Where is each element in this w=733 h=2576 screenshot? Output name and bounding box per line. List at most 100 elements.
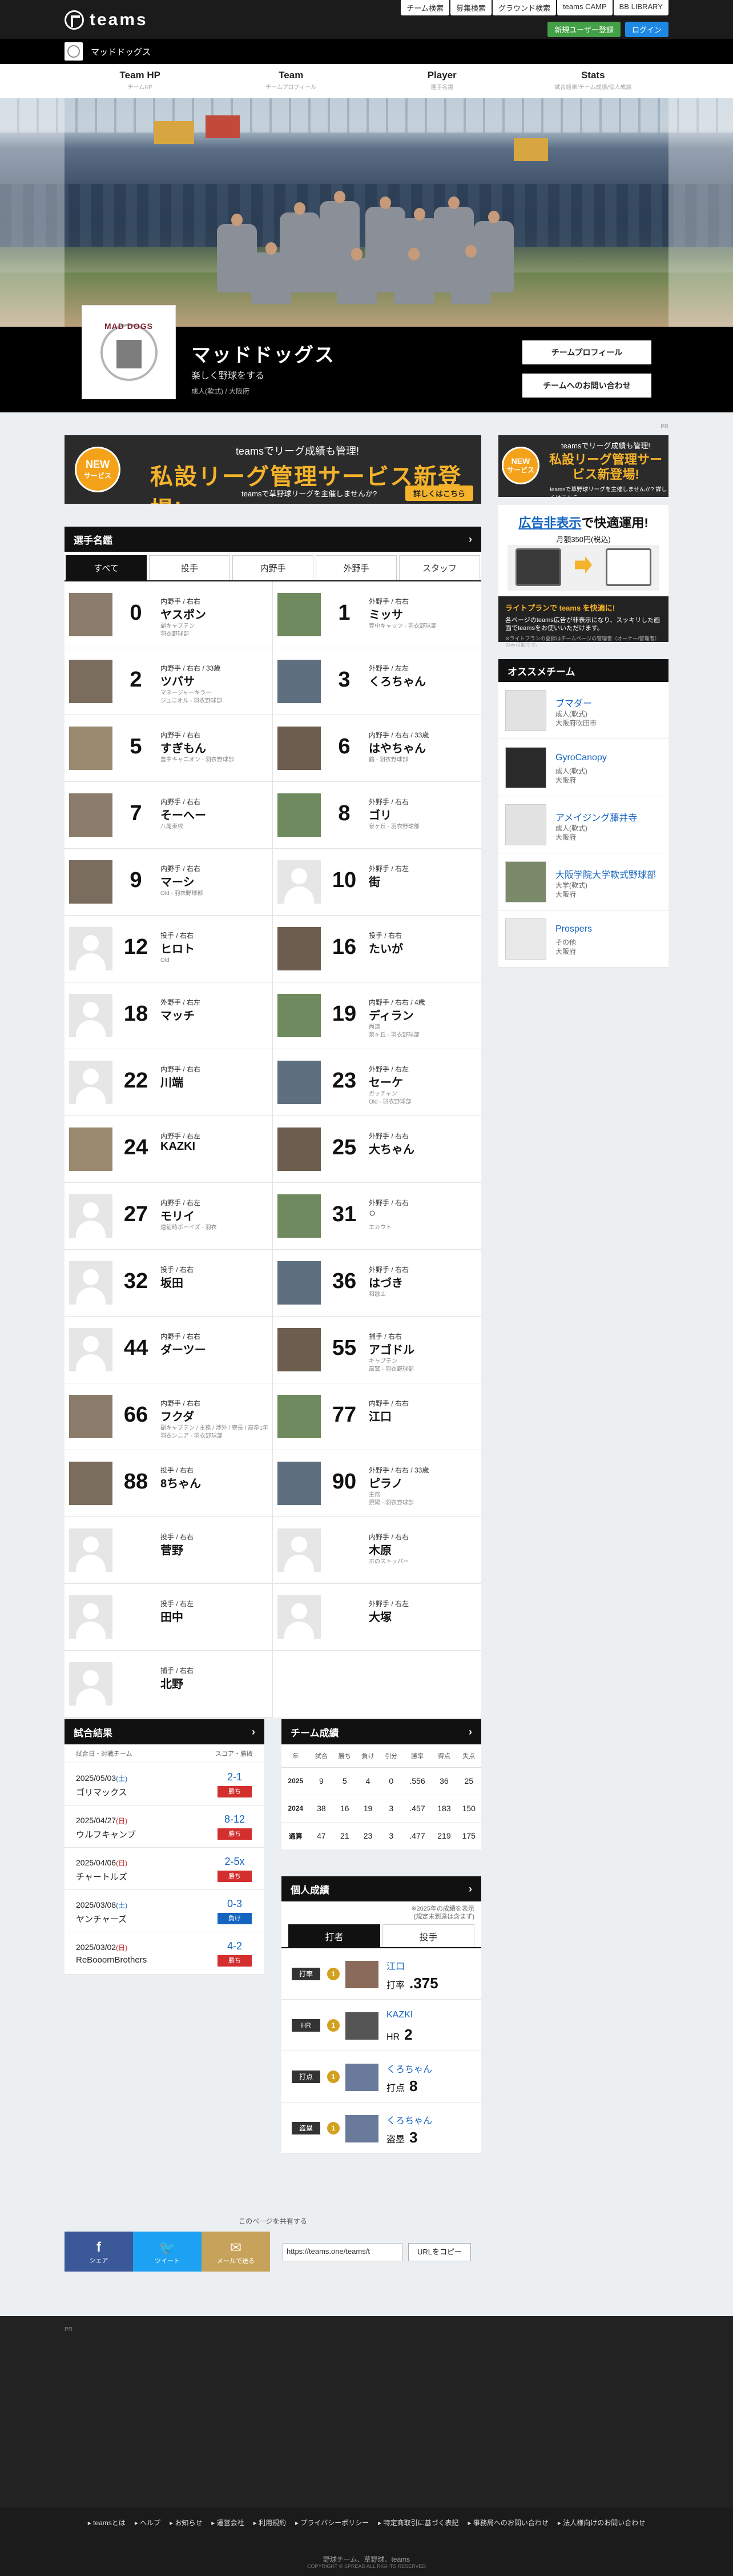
indiv-player-name[interactable]: くろちゃん	[386, 2113, 432, 2126]
indiv-player-name[interactable]: KAZKI	[386, 2010, 413, 2020]
side-league-ad[interactable]: NEW サービス teamsでリーグ成績も管理! 私設リーグ管理サービス新登場! …	[498, 435, 668, 497]
player-card[interactable]: 1 外野手 / 右右 ミッサ 豊中キャッツ - 羽衣野球部	[273, 581, 481, 648]
player-card[interactable]: 7 内野手 / 右右 そーへー 八尾東校	[65, 782, 273, 849]
copy-url-button[interactable]: URLをコピー	[408, 2243, 471, 2261]
result-row[interactable]: 2025/05/03(土) ゴリマックス 2-1 勝ち	[65, 1763, 264, 1805]
share-section: このページを共有する f シェア 🐦 ツイート ✉ メールで送る https://te…	[65, 2216, 481, 2272]
footer-link[interactable]: ▸ 法人様向けのお問い合わせ	[558, 2519, 645, 2527]
result-row[interactable]: 2025/04/27(日) ウルフキャンプ 8-12 勝ち	[65, 1805, 264, 1848]
player-card[interactable]: 8 外野手 / 右右 ゴリ 泉ヶ丘 - 羽衣野球部	[273, 782, 481, 849]
nav-stats[interactable]: Stats 試合結果/チーム成績/個人成績	[518, 64, 669, 98]
player-card[interactable]: 32 投手 / 右右 坂田	[65, 1250, 273, 1317]
indiv-row[interactable]: 打率 1 江口 打率 .375	[281, 1948, 481, 2000]
tab-pitcher-stats[interactable]: 投手	[382, 1924, 474, 1947]
player-card[interactable]: 27 内野手 / 右左 モリイ 遠征時ボーイズ - 羽衣	[65, 1183, 273, 1250]
player-card[interactable]: 9 内野手 / 右右 マーシ Old - 羽衣野球部	[65, 849, 273, 916]
indiv-player-name[interactable]: くろちゃん	[386, 2061, 432, 2075]
footer-link[interactable]: ▸ お知らせ	[170, 2519, 202, 2527]
player-card[interactable]: 0 内野手 / 右右 ヤスポン 副キャプテン 羽衣野球部	[65, 581, 273, 648]
team-profile-button[interactable]: チームプロフィール	[522, 340, 651, 364]
top-link-ground-search[interactable]: グラウンド検索	[493, 0, 557, 15]
player-card[interactable]: 24 内野手 / 右左 KAZKI	[65, 1116, 273, 1183]
indiv-row[interactable]: 打点 1 くろちゃん 打点 8	[281, 2051, 481, 2102]
tab-infielder[interactable]: 内野手	[232, 555, 313, 580]
player-card[interactable]: 90 外野手 / 右右 / 33歳 ピラノ 主務 摂陽 - 羽衣野球部	[273, 1450, 481, 1517]
roster-header[interactable]: 選手名鑑 ›	[65, 527, 481, 552]
footer-link[interactable]: ▸ 利用規約	[253, 2519, 286, 2527]
share-mail-button[interactable]: ✉ メールで送る	[202, 2232, 270, 2272]
player-card[interactable]: 44 内野手 / 右右 ダーツー	[65, 1317, 273, 1383]
indiv-header[interactable]: 個人成績 ›	[281, 1876, 481, 1901]
top-link-recruit-search[interactable]: 募集検索	[450, 0, 492, 15]
player-card[interactable]: 2 内野手 / 右右 / 33歳 ツバサ マネージャーキラー ジュニオル - 羽衣野球…	[65, 648, 273, 715]
share-twitter-button[interactable]: 🐦 ツイート	[133, 2232, 202, 2272]
player-card[interactable]: 16 投手 / 右右 たいが	[273, 916, 481, 982]
indiv-player-name[interactable]: 江口	[386, 1959, 405, 1972]
rec-team-item[interactable]: Prospers その他 大阪府	[498, 910, 668, 968]
player-card[interactable]: 3 外野手 / 左左 くろちゃん	[273, 648, 481, 715]
player-card[interactable]: 捕手 / 右右 北野	[65, 1651, 273, 1718]
player-card[interactable]: 10 外野手 / 右左街	[273, 849, 481, 916]
results-header[interactable]: 試合結果 ›	[65, 1719, 264, 1744]
player-photo	[277, 1261, 321, 1305]
footer-link[interactable]: ▸ teamsとは	[88, 2519, 126, 2527]
nav-player[interactable]: Player 選手名鑑	[366, 64, 518, 98]
tab-staff[interactable]: スタッフ	[399, 555, 480, 580]
footer-link[interactable]: ▸ 特定商取引に基づく表記	[378, 2519, 458, 2527]
player-card[interactable]: 外野手 / 右左 大塚	[273, 1584, 481, 1651]
player-card[interactable]: 19 内野手 / 右右 / 4歳 ディラン 尚道 泉ヶ丘 - 羽衣野球部	[273, 982, 481, 1049]
player-card[interactable]: 内野手 / 右右 木原 ホのストッパー	[273, 1517, 481, 1584]
player-card[interactable]: 55 捕手 / 右右 アゴドル キャプテン 高鷲 - 羽衣野球部	[273, 1317, 481, 1383]
player-card[interactable]: 6 内野手 / 右右 / 33歳 はやちゃん鶴 - 羽衣野球部	[273, 715, 481, 782]
top-link-camp[interactable]: teams CAMP	[557, 0, 613, 15]
team-mini-logo[interactable]	[65, 42, 83, 61]
ad-free-promo[interactable]: 広告非表示で快適運用! 月額350円(税込) ライトプランで teams を快適…	[498, 505, 668, 648]
player-card[interactable]: 23 外野手 / 右左 セーケ ガッチャン Old - 羽衣野球部	[273, 1049, 481, 1116]
result-row[interactable]: 2025/03/08(土) ヤンチャーズ 0-3 負け	[65, 1890, 264, 1932]
tab-batter[interactable]: 打者	[288, 1924, 380, 1947]
stats-cell: 183	[432, 1795, 457, 1823]
top-link-team-search[interactable]: チーム検索	[401, 0, 450, 15]
rec-team-item[interactable]: 大阪学院大学軟式野球部 大学(軟式) 大阪府	[498, 853, 668, 910]
share-url-field[interactable]: https://teams.one/teams/t	[283, 2243, 402, 2261]
player-card[interactable]: 投手 / 右右 菅野	[65, 1517, 273, 1584]
player-card[interactable]: 66 内野手 / 右右 フクダ 副キャプテン / 主務 / 渉外 / 寮長 / 高卒1…	[65, 1383, 273, 1450]
tab-all[interactable]: すべて	[66, 555, 147, 580]
player-card[interactable]: 18 外野手 / 右左 マッチ	[65, 982, 273, 1049]
teams-logo[interactable]: teams	[65, 10, 148, 30]
share-facebook-button[interactable]: f シェア	[65, 2232, 133, 2272]
rec-team-item[interactable]: GyroCanopy 成人(軟式) 大阪府	[498, 739, 668, 796]
team-stats-header[interactable]: チーム成績 ›	[281, 1719, 481, 1744]
indiv-row[interactable]: HR 1 KAZKI HR 2	[281, 2000, 481, 2051]
footer-link[interactable]: ▸ 事務局へのお問い合わせ	[468, 2519, 549, 2527]
login-button[interactable]: ログイン	[625, 22, 668, 37]
nav-team-hp[interactable]: Team HP チームHP	[65, 64, 216, 98]
banner-detail-button[interactable]: 詳しくはこちら	[405, 485, 473, 501]
footer-link[interactable]: ▸ 運営会社	[211, 2519, 244, 2527]
result-row[interactable]: 2025/04/06(日) チャートルズ 2-5x 勝ち	[65, 1848, 264, 1890]
team-strip-name[interactable]: マッドドッグス	[91, 46, 151, 58]
player-card[interactable]: 22 内野手 / 右右 川端	[65, 1049, 273, 1116]
player-card[interactable]: 31 外野手 / 右右 ○ エカウト	[273, 1183, 481, 1250]
player-card[interactable]: 88 投手 / 右右 8ちゃん	[65, 1450, 273, 1517]
player-card[interactable]: 36 外野手 / 右右 はづき 和歌山	[273, 1250, 481, 1317]
league-service-banner[interactable]: NEWサービス teamsでリーグ成績も管理! 私設リーグ管理サービス新登場! …	[65, 435, 481, 504]
footer-link[interactable]: ▸ ヘルプ	[135, 2519, 160, 2527]
player-card[interactable]: 25 外野手 / 右右 大ちゃん	[273, 1116, 481, 1183]
footer-link[interactable]: ▸ プライバシーポリシー	[295, 2519, 369, 2527]
nav-team[interactable]: Team チームプロフィール	[216, 64, 367, 98]
rec-team-item[interactable]: アメイジング藤井寺 成人(軟式) 大阪府	[498, 796, 668, 853]
team-contact-button[interactable]: チームへのお問い合わせ	[522, 374, 651, 398]
result-row[interactable]: 2025/03/02(日) ReBooornBrothers 4-2 勝ち	[65, 1932, 264, 1975]
tab-pitcher[interactable]: 投手	[149, 555, 230, 580]
register-button[interactable]: 新規ユーザー登録	[547, 22, 621, 37]
top-link-library[interactable]: BB LIBRARY	[613, 0, 668, 15]
player-card[interactable]: 12 投手 / 右右 ヒロト Old	[65, 916, 273, 982]
indiv-row[interactable]: 盗塁 1 くろちゃん 盗塁 3	[281, 2102, 481, 2154]
team-info-bar: MAD DOGS マッドドッグス 楽しく野球をする 成人(軟式) / 大阪府 チ…	[0, 305, 733, 412]
tab-outfielder[interactable]: 外野手	[316, 555, 397, 580]
player-card[interactable]: 77 内野手 / 右右 江口	[273, 1383, 481, 1450]
player-card[interactable]: 投手 / 右左 田中	[65, 1584, 273, 1651]
rec-team-item[interactable]: ブマダー 成人(軟式) 大阪府吹田市	[498, 682, 668, 739]
player-card[interactable]: 5 内野手 / 右右 すぎもん 豊中キャニオン - 羽衣野球部	[65, 715, 273, 782]
